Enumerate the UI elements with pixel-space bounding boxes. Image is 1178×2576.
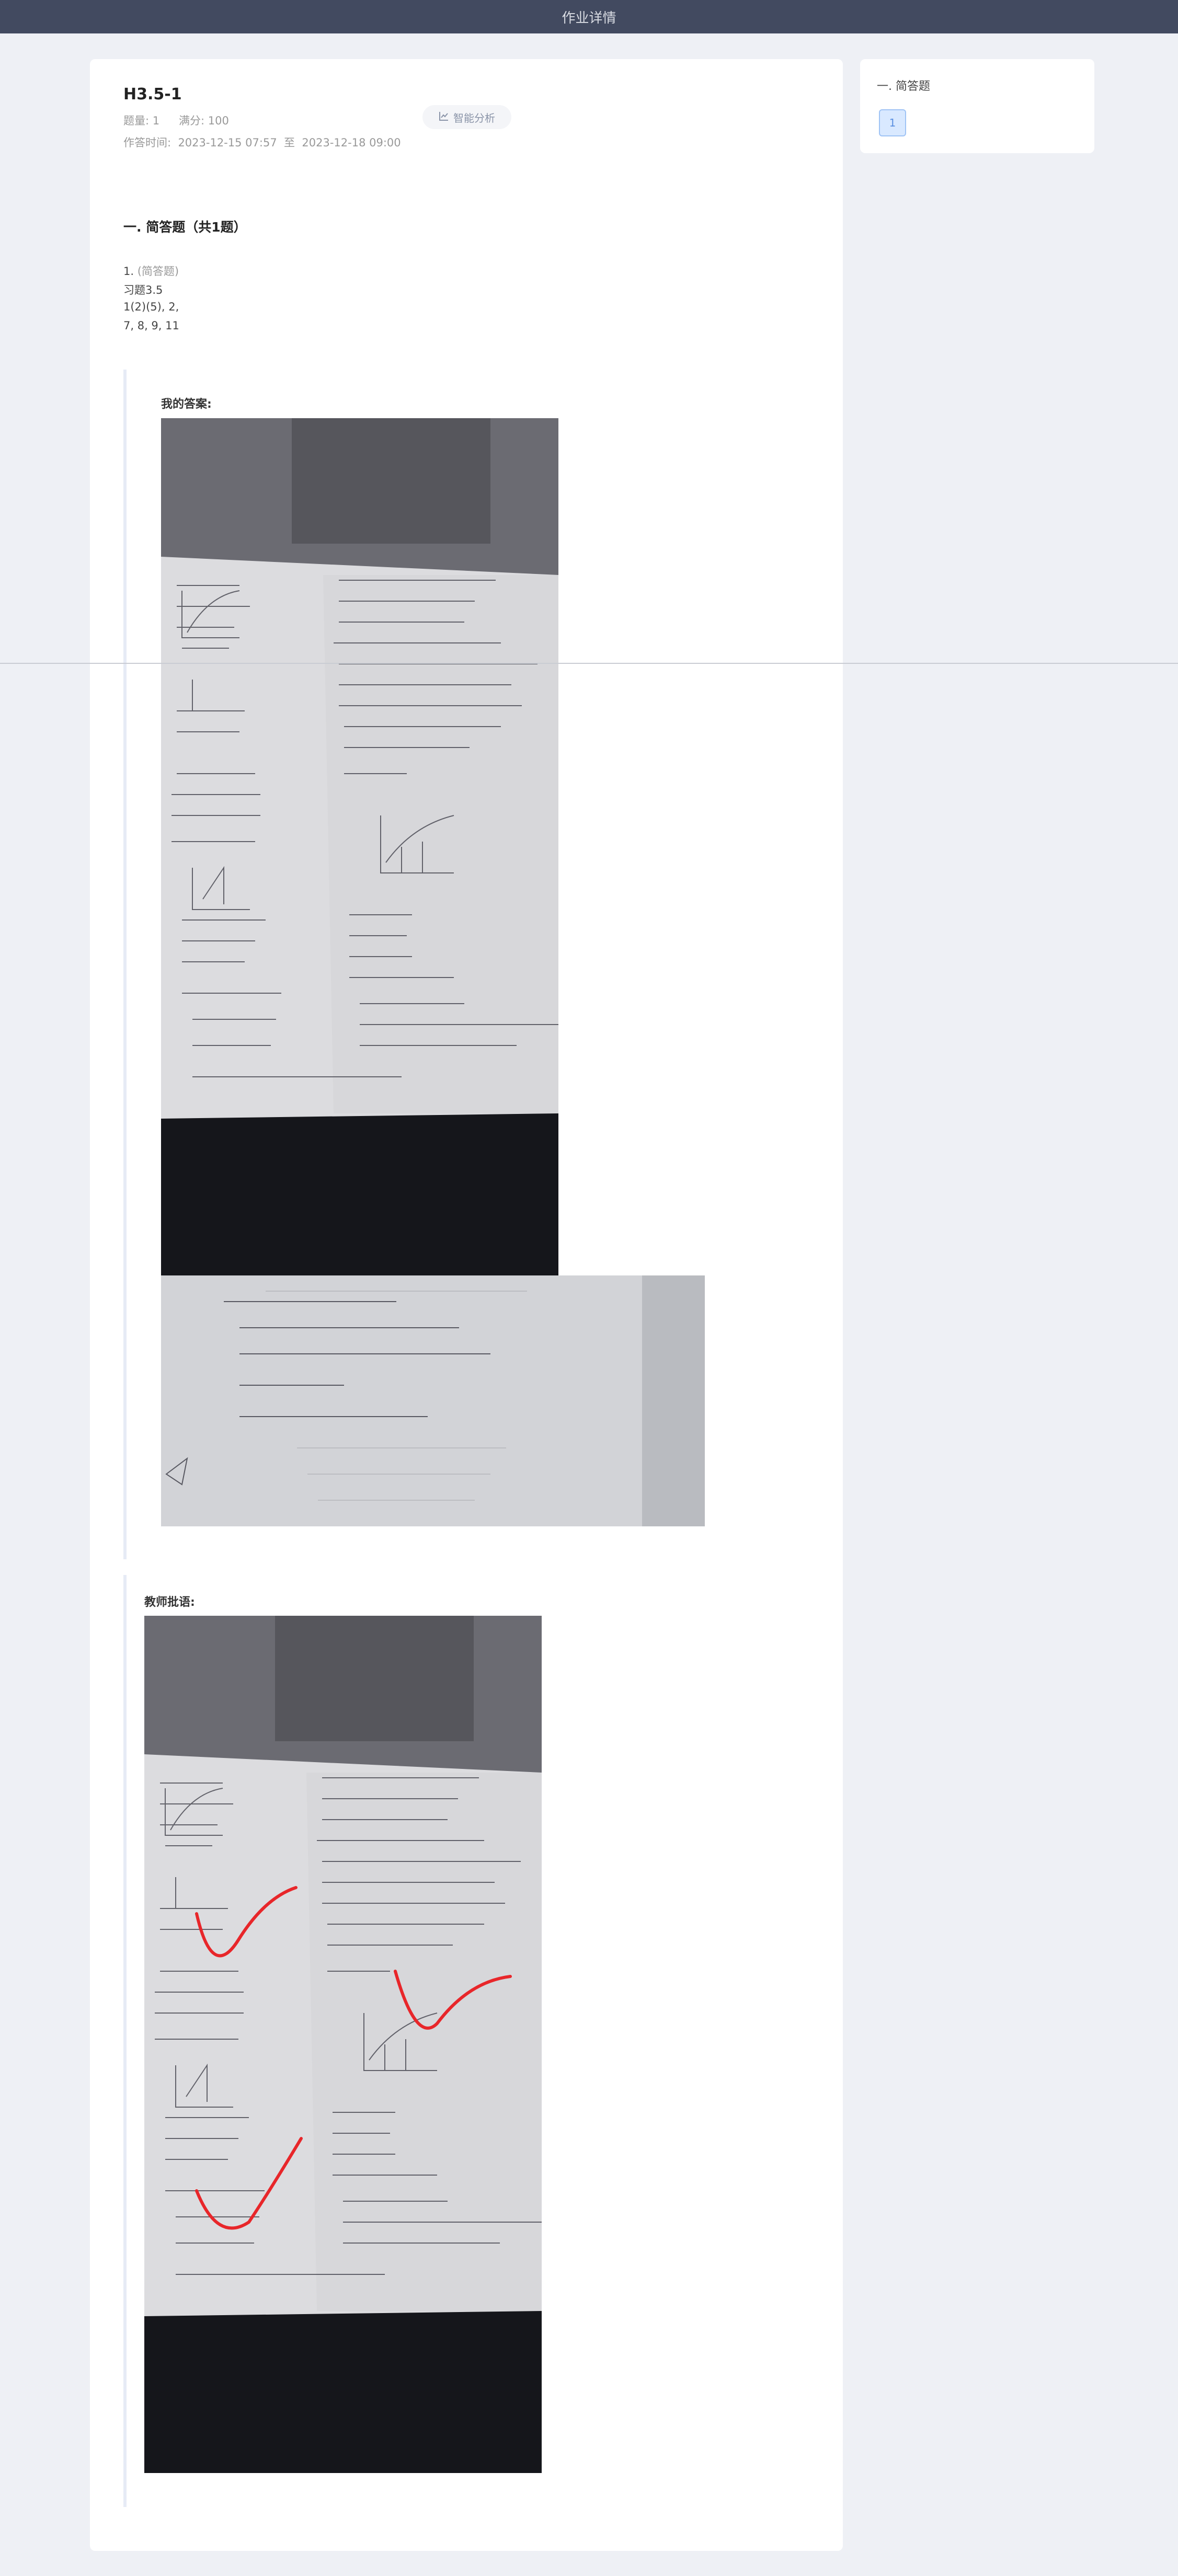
comment-photo[interactable] bbox=[144, 1616, 542, 2473]
question-header: 1. (简答题) bbox=[123, 265, 179, 278]
question-nav-card: 一. 简答题 1 bbox=[860, 59, 1094, 153]
top-bar: 作业详情 bbox=[0, 0, 1178, 33]
answer-photo[interactable] bbox=[161, 1275, 705, 1526]
section-title: 一. 简答题（共1题） bbox=[123, 220, 247, 235]
teacher-comment-label: 教师批语: bbox=[144, 1596, 195, 1609]
answer-time: 作答时间: 2023-12-15 07:57 至 2023-12-18 09:0… bbox=[123, 136, 401, 149]
divider bbox=[0, 663, 1178, 664]
answer-photo[interactable] bbox=[161, 418, 558, 1275]
question-line: 7, 8, 9, 11 bbox=[123, 319, 179, 332]
my-answer-label: 我的答案: bbox=[161, 398, 212, 411]
full-score: 满分: 100 bbox=[179, 114, 229, 127]
nav-section-title: 一. 简答题 bbox=[877, 80, 930, 93]
page-title: 作业详情 bbox=[562, 10, 616, 26]
question-line: 习题3.5 bbox=[123, 284, 163, 296]
homework-card: H3.5-1 题量: 1 满分: 100 作答时间: 2023-12-15 07… bbox=[90, 59, 843, 2551]
nav-question-1[interactable]: 1 bbox=[879, 109, 906, 136]
teacher-comment-block: 教师批语: bbox=[123, 1575, 829, 2507]
question-line: 1(2)(5), 2, bbox=[123, 301, 179, 313]
chart-line-icon bbox=[439, 111, 449, 124]
my-answer-block: 我的答案: bbox=[123, 370, 829, 1559]
homework-title: H3.5-1 bbox=[123, 85, 182, 104]
question-count: 题量: 1 bbox=[123, 114, 160, 127]
smart-analysis-button[interactable]: 智能分析 bbox=[422, 105, 511, 129]
